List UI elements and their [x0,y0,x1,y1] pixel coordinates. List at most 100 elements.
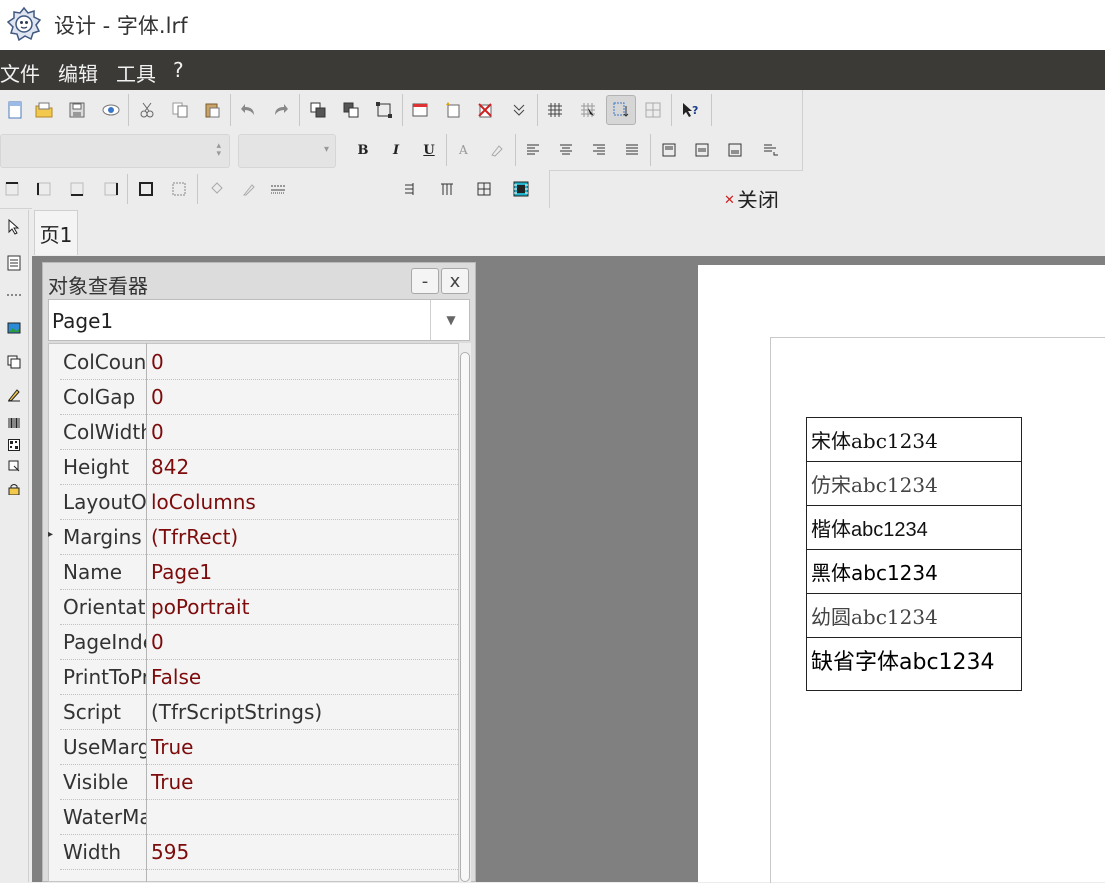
frame-top-line-icon[interactable] [395,174,425,204]
help-icon[interactable]: ? [675,95,705,125]
property-value[interactable]: 0 [151,385,164,409]
property-value[interactable]: poPortrait [151,595,249,619]
menu-help[interactable]: ? [173,58,184,82]
fit-to-grid-icon[interactable] [606,95,636,125]
property-row[interactable]: ColGap 0 [60,380,458,415]
frame-left-icon[interactable] [29,174,59,204]
frame-all-icon[interactable] [131,174,161,204]
grid-icon[interactable] [540,95,570,125]
property-value[interactable]: 0 [151,630,164,654]
add-page-icon[interactable] [438,95,468,125]
memo-cell[interactable]: 黑体abc1234 [806,549,1022,594]
menu-edit[interactable]: 编辑 [58,58,98,87]
property-value[interactable]: 842 [151,455,189,479]
frame-top-icon[interactable] [0,174,27,204]
bring-to-front-icon[interactable] [303,95,333,125]
open-icon[interactable] [29,95,59,125]
align-right-icon[interactable] [584,135,614,165]
property-row[interactable]: Visible True [60,765,458,800]
picture-tool-icon[interactable] [4,318,24,338]
new-icon[interactable] [0,95,30,125]
property-row[interactable]: Script (TfrScriptStrings) [60,695,458,730]
save-icon[interactable] [62,95,92,125]
frame-color-icon[interactable] [234,174,264,204]
property-row[interactable]: PageIndex0 [60,625,458,660]
qrcode-tool-icon[interactable] [4,435,24,455]
property-row[interactable]: OrientationpoPortrait [60,590,458,625]
fill-color-icon[interactable] [201,174,231,204]
memo-cell[interactable]: 仿宋abc1234 [806,461,1022,506]
property-value[interactable]: (TfrScriptStrings) [151,700,322,724]
expand-arrow-icon[interactable]: ▸ [48,529,53,540]
underline-button[interactable]: U [414,135,444,165]
menu-file[interactable]: 文件 [0,58,40,87]
align-center-icon[interactable] [551,135,581,165]
frame-grid-icon[interactable] [469,174,499,204]
tab-page1[interactable]: 页1 [34,210,78,255]
highlight-icon[interactable] [482,135,512,165]
font-color-icon[interactable]: A [449,135,479,165]
frame-bottom-icon[interactable] [62,174,92,204]
property-value[interactable]: 595 [151,840,189,864]
undo-icon[interactable] [233,95,263,125]
lock-tool-icon[interactable] [4,479,24,499]
property-row[interactable]: PrintToPrevPageFalse [60,660,458,695]
property-value[interactable]: False [151,665,201,689]
chart-tool-icon[interactable] [4,456,24,476]
send-to-back-icon[interactable] [336,95,366,125]
frame-none-icon[interactable] [164,174,194,204]
inspector-close-button[interactable]: x [441,268,469,294]
paste-icon[interactable] [197,95,227,125]
line-tool-icon[interactable] [4,285,24,305]
property-value[interactable]: loColumns [151,490,256,514]
snap-icon[interactable] [638,95,668,125]
preview-icon[interactable] [96,95,126,125]
frame-shadow-icon[interactable] [506,174,536,204]
property-value[interactable]: 0 [151,420,164,444]
insert-band-icon[interactable] [405,95,435,125]
menu-tools[interactable]: 工具 [116,58,156,87]
italic-button[interactable]: I [381,135,411,165]
memo-cell[interactable]: 幼圆abc1234 [806,593,1022,638]
memo-cell[interactable]: 缺省字体abc1234 [806,637,1022,691]
select-pointer-icon[interactable] [4,217,24,237]
grid-align-icon[interactable] [573,95,603,125]
page-options-icon[interactable] [504,95,534,125]
cut-icon[interactable] [132,95,162,125]
delete-page-icon[interactable] [470,95,500,125]
align-left-icon[interactable] [518,135,548,165]
property-row[interactable]: Name Page1 [60,555,458,590]
word-wrap-icon[interactable] [756,135,786,165]
property-row[interactable]: Width 595 [60,835,458,870]
frame-right-icon[interactable] [96,174,126,204]
property-value[interactable]: Page1 [151,560,212,584]
barcode-tool-icon[interactable] [4,413,24,433]
property-value[interactable]: True [151,770,193,794]
valign-top-icon[interactable] [654,135,684,165]
font-name-combo[interactable]: ▴ ▾ [0,134,230,168]
valign-middle-icon[interactable] [687,135,717,165]
property-row[interactable]: ColWidth 0 [60,415,458,450]
inspector-minimize-button[interactable]: - [411,268,439,294]
property-row[interactable]: UseMarginsTrue [60,730,458,765]
property-row[interactable]: LayoutOrderloColumns [60,485,458,520]
valign-bottom-icon[interactable] [720,135,750,165]
memo-cell[interactable]: 楷体abc1234 [806,505,1022,550]
subreport-tool-icon[interactable] [4,352,24,372]
copy-icon[interactable] [165,95,195,125]
property-row[interactable]: ColCount 0 [60,345,458,380]
redo-icon[interactable] [266,95,296,125]
property-row[interactable]: Margins (TfrRect) ▸ [48,520,458,555]
band-icon[interactable] [4,253,24,273]
memo-cell[interactable]: 宋体abc1234 [806,417,1022,462]
font-size-combo[interactable]: ▾ [238,134,336,168]
chevron-down-icon[interactable]: ▼ [430,300,471,340]
frame-style-icon[interactable] [263,174,293,204]
frame-mid-line-icon[interactable] [432,174,462,204]
scrollbar-thumb[interactable] [460,352,470,882]
property-row[interactable]: WaterMark [60,800,458,835]
group-icon[interactable] [369,95,399,125]
draw-tool-icon[interactable] [4,385,24,405]
property-row[interactable]: Height 842 [60,450,458,485]
property-value[interactable]: 0 [151,350,164,374]
